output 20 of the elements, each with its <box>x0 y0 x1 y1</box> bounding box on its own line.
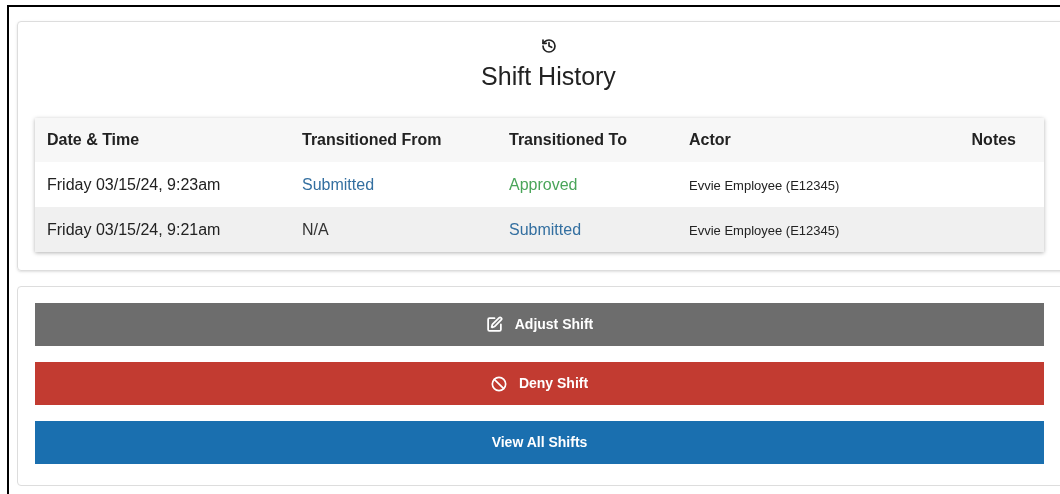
table-cell: Friday 03/15/24, 9:23am <box>47 175 221 193</box>
ban-icon <box>490 375 507 392</box>
status-text: N/A <box>302 220 329 238</box>
column-header: Actor <box>689 131 731 148</box>
history-icon <box>540 38 557 54</box>
card-title: Shift History <box>481 61 616 92</box>
action-button[interactable]: Adjust Shift <box>35 303 1044 346</box>
status-text: Submitted <box>509 220 582 238</box>
edit-icon <box>485 316 503 333</box>
column-header: Date & Time <box>47 131 140 148</box>
column-header: Notes <box>971 131 1016 148</box>
table-cell: Evvie Employee (E12345) <box>689 222 840 238</box>
table-cell: Friday 03/15/24, 9:21am <box>47 220 221 238</box>
action-button[interactable]: Deny Shift <box>35 362 1044 405</box>
status-text: Submitted <box>302 175 375 193</box>
status-text: Approved <box>509 175 578 193</box>
table-cell: Evvie Employee (E12345) <box>689 177 840 193</box>
action-button[interactable]: View All Shifts <box>35 421 1044 464</box>
column-header: Transitioned From <box>302 131 442 148</box>
column-header: Transitioned To <box>509 131 627 148</box>
